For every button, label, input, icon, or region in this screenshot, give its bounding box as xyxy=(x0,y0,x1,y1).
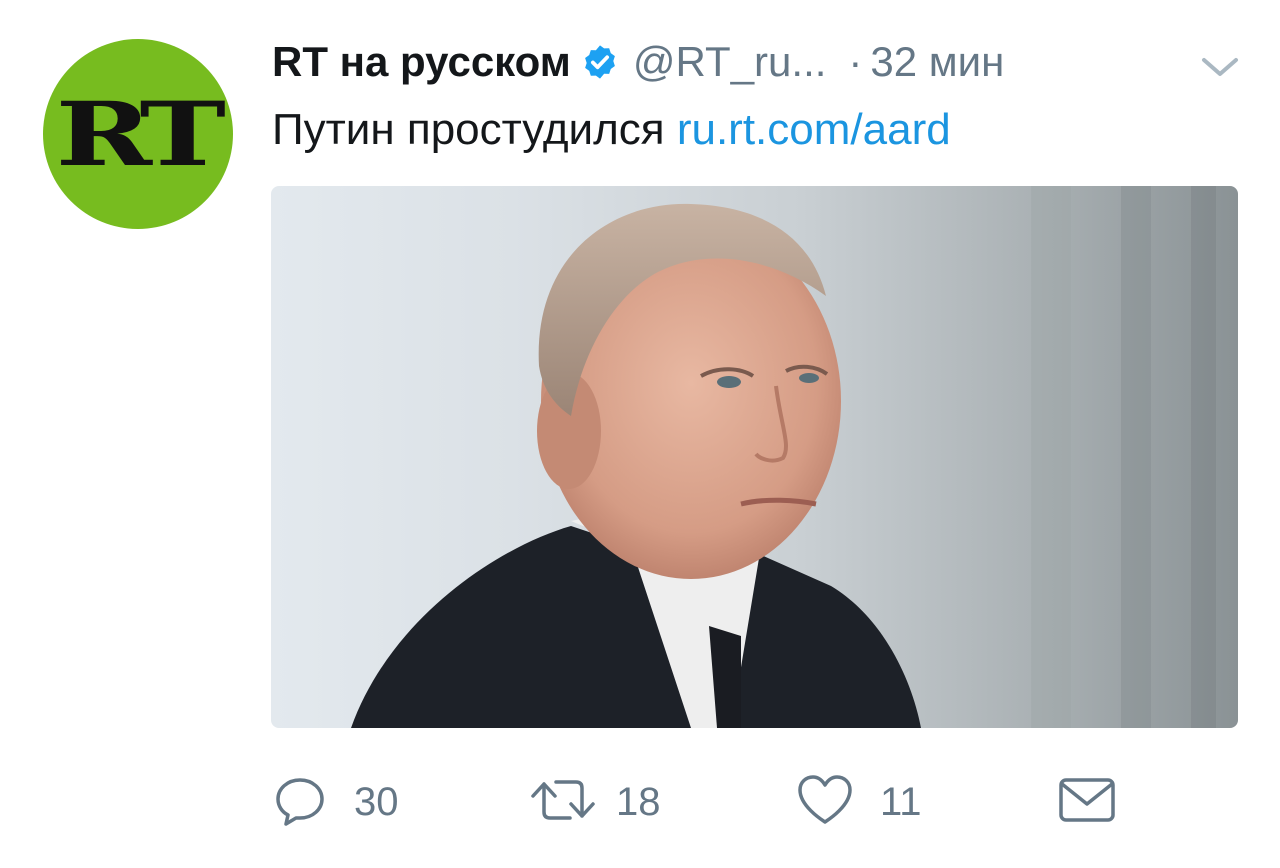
like-button[interactable]: 11 xyxy=(796,770,922,834)
tweet-text: Путин простудился ru.rt.com/aard xyxy=(272,104,951,156)
direct-message-button[interactable] xyxy=(1058,770,1116,834)
chevron-down-icon[interactable] xyxy=(1200,52,1240,82)
verified-badge-icon xyxy=(581,43,619,81)
avatar[interactable]: RT xyxy=(43,39,233,229)
reply-icon xyxy=(272,772,328,833)
heart-icon xyxy=(796,772,854,833)
retweet-count: 18 xyxy=(616,779,661,824)
display-name[interactable]: RT на русском xyxy=(272,38,571,86)
envelope-icon xyxy=(1058,774,1116,831)
timestamp[interactable]: 32 мин xyxy=(870,38,1004,86)
handle[interactable]: @RT_ru... xyxy=(633,38,827,86)
tweet-link[interactable]: ru.rt.com/aard xyxy=(677,105,951,154)
portrait-photo xyxy=(271,186,1238,728)
tweet[interactable]: RT RT на русском @RT_ru... · 32 мин Пути… xyxy=(0,0,1280,868)
reply-count: 30 xyxy=(354,779,399,824)
avatar-logo-text: RT xyxy=(56,82,226,186)
media-photo[interactable] xyxy=(271,186,1238,728)
tweet-body: Путин простудился xyxy=(272,105,665,154)
separator-dot: · xyxy=(848,38,863,85)
action-bar: 30 18 11 xyxy=(272,770,1172,834)
retweet-icon xyxy=(530,772,596,833)
reply-button[interactable]: 30 xyxy=(272,770,399,834)
retweet-button[interactable]: 18 xyxy=(530,770,661,834)
tweet-header: RT на русском @RT_ru... · 32 мин xyxy=(272,36,1004,88)
like-count: 11 xyxy=(880,779,922,824)
